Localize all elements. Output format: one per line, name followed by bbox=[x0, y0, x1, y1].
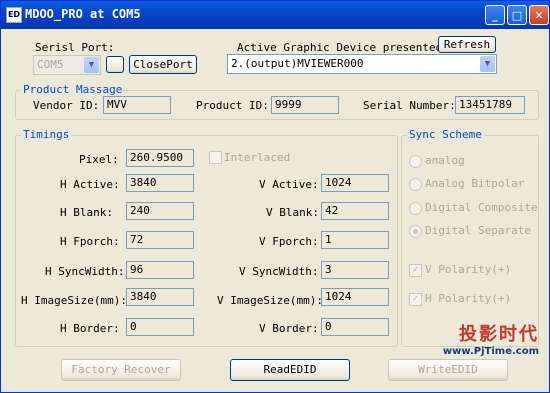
sync-scheme-legend: Sync Scheme bbox=[407, 128, 484, 141]
v-border-label: V Border: bbox=[259, 322, 319, 335]
window-title: MDOO_PRO at COM5 bbox=[25, 7, 141, 21]
watermark-logo: 投影时代 www.PjTime.com bbox=[443, 320, 539, 357]
h-fporch-field[interactable]: 72 bbox=[126, 231, 194, 249]
v-fporch-field[interactable]: 1 bbox=[321, 231, 389, 249]
vendor-id-field[interactable]: MVV bbox=[103, 96, 171, 114]
v-fporch-label: V Fporch: bbox=[259, 235, 319, 248]
h-active-label: H Active: bbox=[60, 178, 120, 191]
watermark-url: www.PjTime.com bbox=[442, 346, 539, 357]
h-polarity-label: H Polarity(+) bbox=[425, 292, 512, 305]
sync-digital-composite-label: Digital Composite bbox=[425, 201, 538, 214]
v-syncwidth-field[interactable]: 3 bbox=[321, 261, 389, 279]
serial-port-value: COM5 bbox=[37, 58, 64, 71]
refresh-button[interactable]: Refresh bbox=[438, 36, 496, 53]
vendor-id-label: Vendor ID: bbox=[33, 99, 100, 112]
serial-port-select[interactable]: COM5 ▼ bbox=[33, 55, 101, 75]
close-button[interactable]: ✕ bbox=[529, 5, 549, 25]
h-border-label: H Border: bbox=[60, 322, 120, 335]
h-imagesize-label: H ImageSize(mm): bbox=[21, 294, 127, 307]
write-edid-button[interactable]: WriteEDID bbox=[388, 359, 508, 381]
graphic-device-label: Active Graphic Device presented bbox=[237, 41, 443, 54]
chevron-down-icon: ▼ bbox=[480, 56, 495, 72]
timings-legend: Timings bbox=[21, 128, 72, 141]
h-fporch-label: H Fporch: bbox=[60, 235, 120, 248]
sync-analog-bitpolar-radio[interactable] bbox=[409, 178, 422, 191]
product-id-label: Product ID: bbox=[196, 99, 269, 112]
v-syncwidth-label: V SyncWidth: bbox=[239, 265, 319, 278]
v-polarity-checkbox[interactable]: ✓ bbox=[409, 264, 422, 277]
graphic-device-value: 2.(output)MVIEWER000 bbox=[231, 57, 364, 70]
v-active-label: V Active: bbox=[259, 178, 319, 191]
sync-analog-label: analog bbox=[425, 154, 465, 167]
graphic-device-select[interactable]: 2.(output)MVIEWER000 ▼ bbox=[227, 54, 497, 74]
v-blank-label: V Blank: bbox=[266, 206, 319, 219]
client-area: Serisl Port: COM5 ▼ ClosePort Active Gra… bbox=[5, 29, 545, 389]
serial-number-label: Serial Number: bbox=[363, 99, 456, 112]
interlaced-checkbox[interactable] bbox=[209, 151, 222, 164]
sync-scheme-group bbox=[401, 135, 539, 347]
v-polarity-label: V Polarity(+) bbox=[425, 263, 512, 276]
serial-number-field[interactable]: 13451789 bbox=[455, 96, 525, 114]
sync-digital-separate-label: Digital Separate bbox=[425, 224, 531, 237]
v-imagesize-label: V ImageSize(mm): bbox=[217, 294, 323, 307]
sync-analog-bitpolar-label: Analog Bitpolar bbox=[425, 177, 525, 190]
v-blank-field[interactable]: 42 bbox=[321, 202, 389, 220]
h-blank-label: H Blank: bbox=[60, 206, 113, 219]
h-blank-field[interactable]: 240 bbox=[126, 202, 194, 220]
app-window: ED MDOO_PRO at COM5 _ □ ✕ Serisl Port: C… bbox=[0, 0, 550, 393]
pixel-field[interactable]: 260.9500 bbox=[126, 149, 194, 167]
h-syncwidth-label: H SyncWidth: bbox=[45, 265, 125, 278]
h-border-field[interactable]: 0 bbox=[126, 318, 194, 336]
product-id-field[interactable]: 9999 bbox=[271, 96, 339, 114]
sync-analog-radio[interactable] bbox=[409, 155, 422, 168]
h-syncwidth-field[interactable]: 96 bbox=[126, 261, 194, 279]
sync-digital-separate-radio[interactable] bbox=[409, 225, 422, 238]
app-icon: ED bbox=[6, 7, 22, 23]
serial-port-label: Serisl Port: bbox=[35, 41, 115, 54]
v-active-field[interactable]: 1024 bbox=[321, 174, 389, 192]
read-edid-button[interactable]: ReadEDID bbox=[230, 359, 350, 381]
h-polarity-checkbox[interactable]: ✓ bbox=[409, 293, 422, 306]
maximize-button[interactable]: □ bbox=[507, 5, 527, 25]
watermark-text: 投影时代 bbox=[459, 324, 539, 345]
v-border-field[interactable]: 0 bbox=[321, 318, 389, 336]
chevron-down-icon: ▼ bbox=[84, 57, 99, 73]
h-active-field[interactable]: 3840 bbox=[126, 174, 194, 192]
minimize-button[interactable]: _ bbox=[485, 5, 505, 25]
port-status-button[interactable] bbox=[106, 56, 124, 73]
sync-digital-composite-radio[interactable] bbox=[409, 202, 422, 215]
h-imagesize-field[interactable]: 3840 bbox=[126, 288, 194, 306]
pixel-label: Pixel: bbox=[79, 153, 119, 166]
close-port-button[interactable]: ClosePort bbox=[129, 55, 197, 74]
title-bar[interactable]: ED MDOO_PRO at COM5 _ □ ✕ bbox=[1, 1, 549, 29]
v-imagesize-field[interactable]: 1024 bbox=[321, 288, 389, 306]
interlaced-label: Interlaced bbox=[224, 151, 291, 164]
factory-recover-button[interactable]: Factory Recover bbox=[61, 359, 181, 381]
product-legend: Product Massage bbox=[21, 83, 125, 96]
